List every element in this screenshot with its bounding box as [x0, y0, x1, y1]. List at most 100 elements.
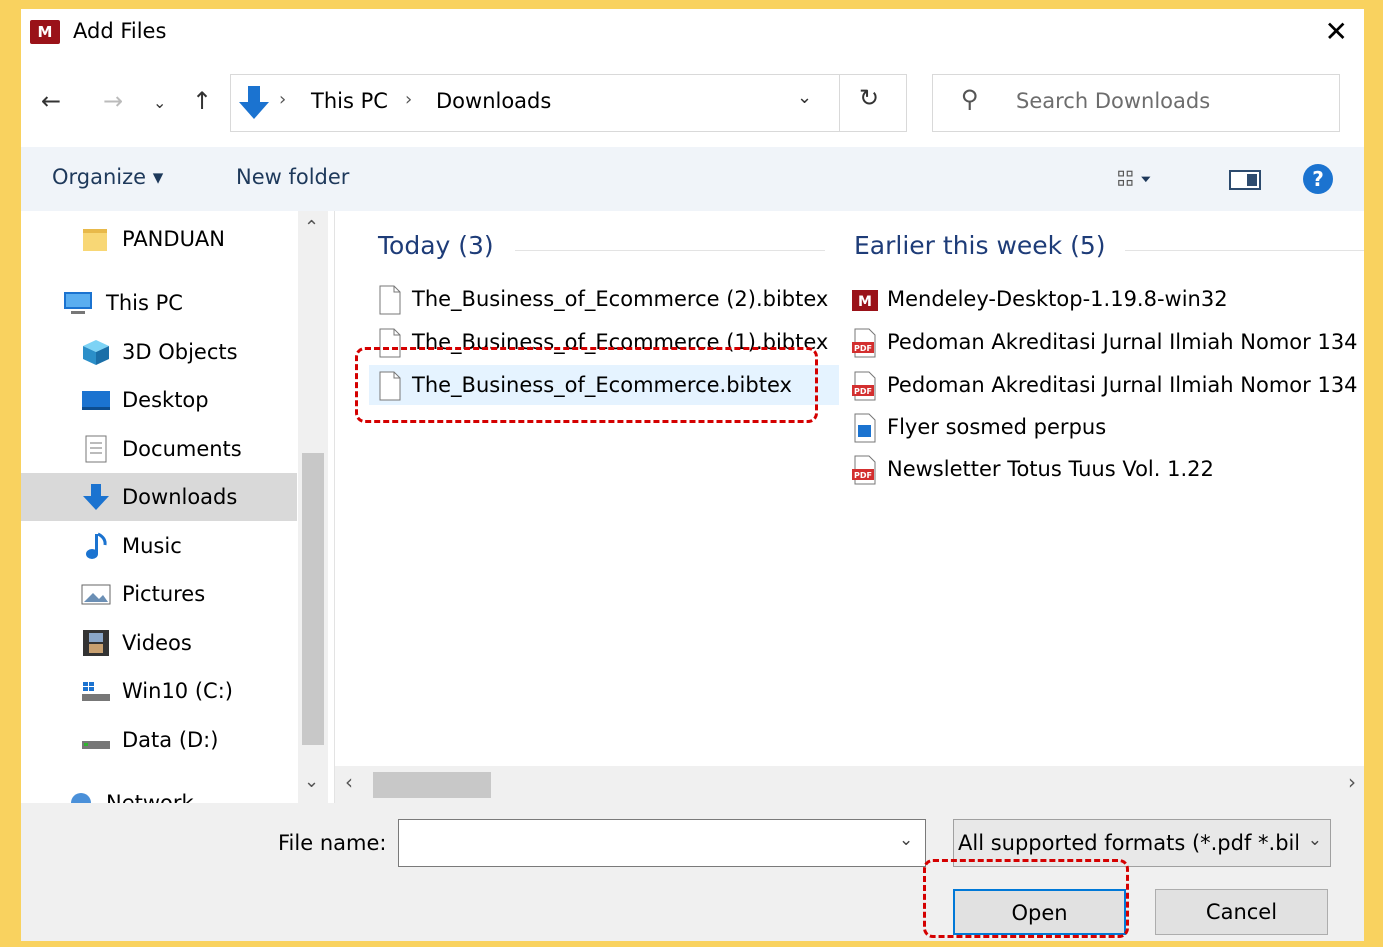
sidebar-item-win10-c[interactable]: Win10 (C:) — [21, 667, 297, 715]
sidebar-item-panduan[interactable]: PANDUAN — [21, 215, 297, 263]
sidebar-item-network[interactable]: Network — [21, 779, 297, 803]
sidebar-item-videos[interactable]: Videos — [21, 619, 297, 667]
scroll-right-chevron-icon[interactable]: › — [1348, 770, 1356, 794]
file-item[interactable]: PDF Newsletter Totus Tuus Vol. 1.22 — [850, 449, 1364, 489]
open-button[interactable]: Open — [953, 889, 1126, 935]
up-arrow-icon[interactable]: ↑ — [192, 87, 212, 115]
file-item[interactable]: M Mendeley-Desktop-1.19.8-win32 — [850, 279, 1364, 319]
dialog-footer: File name: ⌄ All supported formats (*.pd… — [21, 803, 1364, 941]
drive-icon — [82, 682, 110, 701]
sidebar-item-label: Data (D:) — [122, 728, 219, 752]
window-title: Add Files — [73, 19, 167, 43]
sidebar-item-label: Downloads — [122, 485, 238, 509]
desktop-icon — [82, 391, 110, 410]
horizontal-scroll-thumb[interactable] — [373, 772, 491, 798]
address-dropdown-chevron-icon[interactable]: ⌄ — [797, 87, 812, 108]
file-item[interactable]: The_Business_of_Ecommerce (1).bibtex — [369, 322, 839, 362]
file-icon — [379, 285, 401, 315]
file-item[interactable]: The_Business_of_Ecommerce (2).bibtex — [369, 279, 839, 319]
mendeley-app-icon: M — [30, 20, 60, 44]
sidebar-item-desktop[interactable]: Desktop — [21, 376, 297, 424]
scroll-left-chevron-icon[interactable]: ‹ — [345, 770, 353, 794]
file-item[interactable]: Flyer sosmed perpus — [850, 407, 1364, 447]
file-item-selected[interactable]: The_Business_of_Ecommerce.bibtex — [369, 365, 839, 405]
sidebar-item-downloads[interactable]: Downloads — [21, 473, 297, 521]
download-arrow-icon — [83, 484, 109, 510]
sidebar-item-data-d[interactable]: Data (D:) — [21, 716, 297, 764]
drive-icon — [82, 741, 110, 749]
file-item[interactable]: PDF Pedoman Akreditasi Jurnal Ilmiah Nom… — [850, 322, 1364, 362]
file-item[interactable]: PDF Pedoman Akreditasi Jurnal Ilmiah Nom… — [850, 365, 1364, 405]
search-placeholder: Search Downloads — [1016, 89, 1211, 113]
scroll-down-chevron-icon[interactable]: ⌄ — [304, 771, 319, 792]
search-box[interactable]: ⚲ Search Downloads — [932, 74, 1340, 132]
sidebar-item-label: Music — [122, 534, 182, 558]
breadcrumb-separator-icon: › — [405, 89, 413, 110]
sidebar-item-this-pc[interactable]: This PC — [21, 279, 297, 327]
sidebar-item-pictures[interactable]: Pictures — [21, 570, 297, 618]
cancel-button[interactable]: Cancel — [1155, 889, 1328, 935]
help-icon[interactable]: ? — [1303, 164, 1333, 194]
title-bar: M Add Files ✕ — [21, 9, 1364, 59]
sidebar-item-3d-objects[interactable]: 3D Objects — [21, 328, 297, 376]
change-view-icon[interactable] — [1118, 167, 1152, 191]
add-files-dialog: M Add Files ✕ ← → ⌄ ↑ › This PC › Downlo… — [21, 9, 1364, 941]
file-name: The_Business_of_Ecommerce (1).bibtex — [412, 330, 829, 354]
close-icon[interactable]: ✕ — [1325, 15, 1348, 48]
sidebar-scroll-thumb[interactable] — [302, 453, 324, 745]
file-name: The_Business_of_Ecommerce (2).bibtex — [412, 287, 829, 311]
downloads-arrow-icon — [239, 86, 269, 119]
file-icon — [379, 371, 401, 401]
sidebar-item-label: Network — [106, 791, 194, 803]
filter-dropdown-chevron-icon[interactable]: ⌄ — [1308, 830, 1322, 850]
svg-text:M: M — [858, 294, 872, 310]
breadcrumb-downloads[interactable]: Downloads — [436, 89, 551, 113]
file-name-label: File name: — [278, 831, 387, 855]
navigation-bar: ← → ⌄ ↑ › This PC › Downloads ⌄ ↻ ⚲ Sear… — [21, 71, 1364, 133]
picture-icon — [81, 584, 111, 605]
sidebar-item-music[interactable]: Music — [21, 522, 297, 570]
sidebar-item-label: Pictures — [122, 582, 206, 606]
file-list-pane: Today (3) Earlier this week (5) The_Busi… — [335, 211, 1364, 803]
sidebar-scrollbar[interactable]: ⌃ ⌄ — [298, 211, 328, 803]
sidebar-item-label: Videos — [122, 631, 192, 655]
file-name: The_Business_of_Ecommerce.bibtex — [412, 373, 792, 397]
scroll-up-chevron-icon[interactable]: ⌃ — [304, 217, 319, 238]
sidebar-item-label: 3D Objects — [122, 340, 238, 364]
group-header-today[interactable]: Today (3) — [378, 231, 494, 260]
breadcrumb-this-pc[interactable]: This PC — [311, 89, 388, 113]
pdf-icon: PDF — [852, 328, 876, 358]
group-header-earlier-this-week[interactable]: Earlier this week (5) — [854, 231, 1106, 260]
file-type-filter-value: All supported formats (*.pdf *.bibtex — [958, 831, 1298, 855]
computer-icon — [64, 292, 92, 314]
horizontal-scrollbar[interactable]: ‹ › — [335, 766, 1364, 803]
file-name: Mendeley-Desktop-1.19.8-win32 — [887, 287, 1228, 311]
file-name: Pedoman Akreditasi Jurnal Ilmiah Nomor 1… — [887, 373, 1358, 397]
file-type-filter-select[interactable]: All supported formats (*.pdf *.bibtex ⌄ — [953, 819, 1331, 867]
sidebar-item-label: Documents — [122, 437, 242, 461]
file-name-input[interactable]: ⌄ — [398, 819, 926, 867]
back-arrow-icon[interactable]: ← — [41, 87, 61, 115]
forward-arrow-icon[interactable]: → — [103, 87, 123, 115]
address-divider — [839, 75, 840, 131]
folder-icon — [83, 229, 107, 251]
file-name-dropdown-chevron-icon[interactable]: ⌄ — [899, 830, 913, 850]
file-icon — [379, 328, 401, 358]
file-name: Flyer sosmed perpus — [887, 415, 1107, 439]
cube-icon — [83, 340, 109, 365]
organize-menu-button[interactable]: Organize ▾ — [52, 165, 163, 189]
new-folder-button[interactable]: New folder — [236, 165, 349, 189]
preview-pane-icon[interactable] — [1229, 170, 1261, 190]
group-divider — [1125, 250, 1364, 251]
sidebar-item-label: This PC — [106, 291, 183, 315]
recent-locations-chevron-icon[interactable]: ⌄ — [153, 93, 166, 112]
address-bar[interactable]: › This PC › Downloads ⌄ ↻ — [230, 74, 907, 132]
mendeley-icon: M — [852, 290, 878, 311]
search-icon: ⚲ — [961, 85, 979, 113]
image-file-icon — [854, 413, 876, 443]
file-name: Pedoman Akreditasi Jurnal Ilmiah Nomor 1… — [887, 330, 1358, 354]
sidebar-item-documents[interactable]: Documents — [21, 425, 297, 473]
svg-text:PDF: PDF — [854, 471, 872, 480]
refresh-icon[interactable]: ↻ — [859, 84, 879, 112]
document-icon — [85, 435, 107, 463]
